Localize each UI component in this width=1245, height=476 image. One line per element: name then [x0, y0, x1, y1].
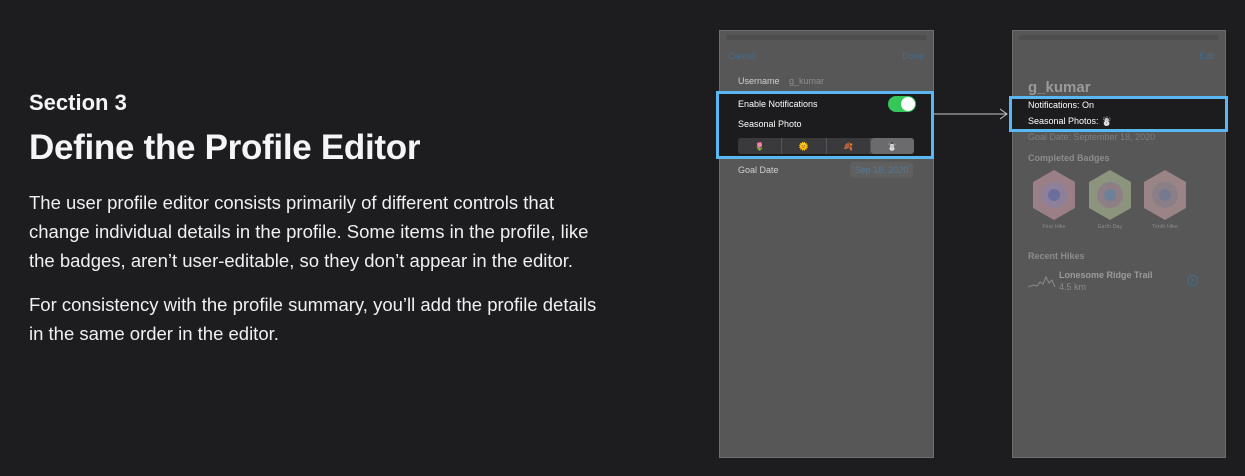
- badge-label: First Hike: [1042, 224, 1066, 230]
- notifications-label: Enable Notifications: [738, 99, 818, 109]
- username-label: Username: [738, 76, 780, 86]
- seasonal-photo-label: Seasonal Photo: [738, 119, 802, 129]
- description-paragraph: For consistency with the profile summary…: [29, 294, 597, 344]
- first-hike-badge-icon: [1033, 170, 1075, 220]
- cancel-button[interactable]: Cancel: [728, 51, 756, 61]
- text-column: Section 3 Define the Profile Editor The …: [29, 88, 599, 348]
- tenth-hike-badge-icon: [1144, 170, 1186, 220]
- goal-date-label: Goal Date: [738, 165, 779, 175]
- section-label: Section 3: [29, 90, 127, 115]
- username-field[interactable]: g_kumar: [789, 76, 824, 86]
- profile-username: g_kumar: [1028, 79, 1091, 96]
- seasonal-photos-status: Seasonal Photos: ☃️: [1028, 116, 1113, 126]
- segment-winter[interactable]: ☃️: [870, 138, 914, 154]
- hike-name: Lonesome Ridge Trail: [1059, 270, 1153, 280]
- status-bar: [726, 35, 927, 40]
- leaf-icon: 🍂: [843, 141, 854, 151]
- section-title: Define the Profile Editor: [29, 128, 421, 167]
- snowman-icon: ☃️: [887, 141, 898, 151]
- hike-distance: 4.5 km: [1059, 282, 1087, 292]
- status-bar: [1019, 35, 1219, 40]
- edit-button[interactable]: Edit: [1199, 51, 1215, 61]
- seasonal-photo-picker[interactable]: 🌷 🌞 🍂 ☃️: [738, 138, 914, 154]
- earth-day-badge-icon: [1089, 170, 1131, 220]
- completed-badges-heading: Completed Badges: [1028, 153, 1110, 163]
- notifications-toggle[interactable]: [888, 96, 916, 112]
- elevation-graph-icon: [1028, 275, 1056, 288]
- goal-date-picker[interactable]: Sep 18, 2020: [850, 162, 913, 178]
- badge-label: Earth Day: [1097, 224, 1123, 230]
- notifications-status: Notifications: On: [1028, 100, 1095, 110]
- badge-label: Tenth Hike: [1152, 224, 1178, 230]
- toggle-knob: [901, 97, 915, 111]
- segment-spring[interactable]: 🌷: [738, 138, 783, 154]
- expand-hike-button[interactable]: [1187, 275, 1198, 286]
- goal-date-text: Goal Date: September 18, 2020: [1028, 132, 1156, 142]
- sun-icon: 🌞: [798, 141, 809, 151]
- arrow-icon: [934, 108, 1008, 120]
- chevron-right-icon: [1190, 277, 1195, 284]
- done-button[interactable]: Done: [902, 51, 924, 61]
- recent-hikes-heading: Recent Hikes: [1028, 251, 1085, 261]
- segment-autumn[interactable]: 🍂: [827, 138, 871, 154]
- segment-summer[interactable]: 🌞: [782, 138, 827, 154]
- tulip-icon: 🌷: [754, 141, 765, 151]
- description-paragraph: The user profile editor consists primari…: [29, 192, 589, 271]
